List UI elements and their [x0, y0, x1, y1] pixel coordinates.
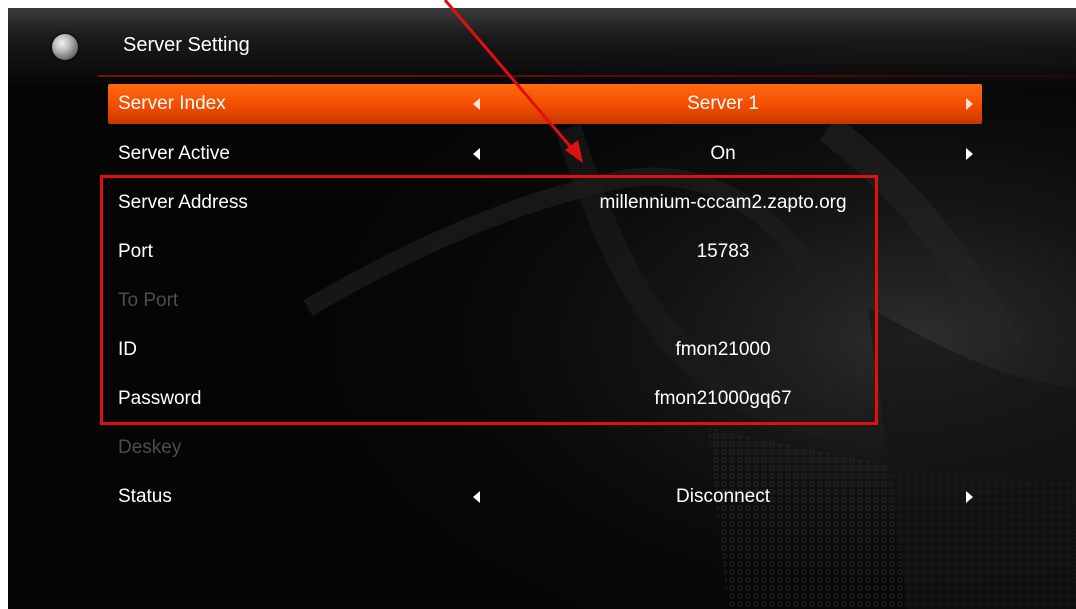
row-label: Server Index	[118, 93, 226, 114]
row-value: On	[710, 143, 736, 164]
arrow-right-icon[interactable]	[966, 491, 973, 503]
page-title: Server Setting	[123, 34, 250, 56]
arrow-right-icon[interactable]	[966, 148, 973, 160]
arrow-left-icon[interactable]	[473, 148, 480, 160]
row-value: Disconnect	[676, 486, 770, 507]
menu-row-password[interactable]: Password fmon21000gq67	[108, 379, 982, 419]
menu-row-status[interactable]: Status Disconnect	[108, 477, 982, 517]
row-label: Server Address	[118, 192, 248, 213]
arrow-left-icon[interactable]	[473, 491, 480, 503]
menu-row-deskey: Deskey	[108, 428, 982, 468]
menu-row-port[interactable]: Port 15783	[108, 232, 982, 272]
row-value: millennium-cccam2.zapto.org	[599, 192, 847, 213]
row-value: fmon21000gq67	[654, 388, 792, 409]
arrow-right-icon[interactable]	[966, 98, 973, 110]
receiver-screen: Server Setting Server Index Server 1 Serve…	[8, 8, 1076, 609]
row-value: Server 1	[687, 93, 759, 114]
arrow-left-icon[interactable]	[473, 98, 480, 110]
row-label: Port	[118, 241, 153, 262]
row-value: 15783	[696, 241, 750, 262]
menu-row-to-port: To Port	[108, 281, 982, 321]
menu-row-id[interactable]: ID fmon21000	[108, 330, 982, 370]
row-label: Deskey	[118, 437, 182, 458]
globe-icon	[52, 34, 78, 60]
menu-row-server-active[interactable]: Server Active On	[108, 134, 982, 174]
row-label: Password	[118, 388, 202, 409]
row-label: Status	[118, 486, 172, 507]
row-value: fmon21000	[675, 339, 771, 360]
header-divider	[98, 75, 1076, 77]
menu-row-server-index[interactable]: Server Index Server 1	[108, 84, 982, 124]
row-label: To Port	[118, 290, 179, 311]
row-label: Server Active	[118, 143, 230, 164]
row-label: ID	[118, 339, 137, 360]
menu-row-server-address[interactable]: Server Address millennium-cccam2.zapto.or…	[108, 183, 982, 223]
